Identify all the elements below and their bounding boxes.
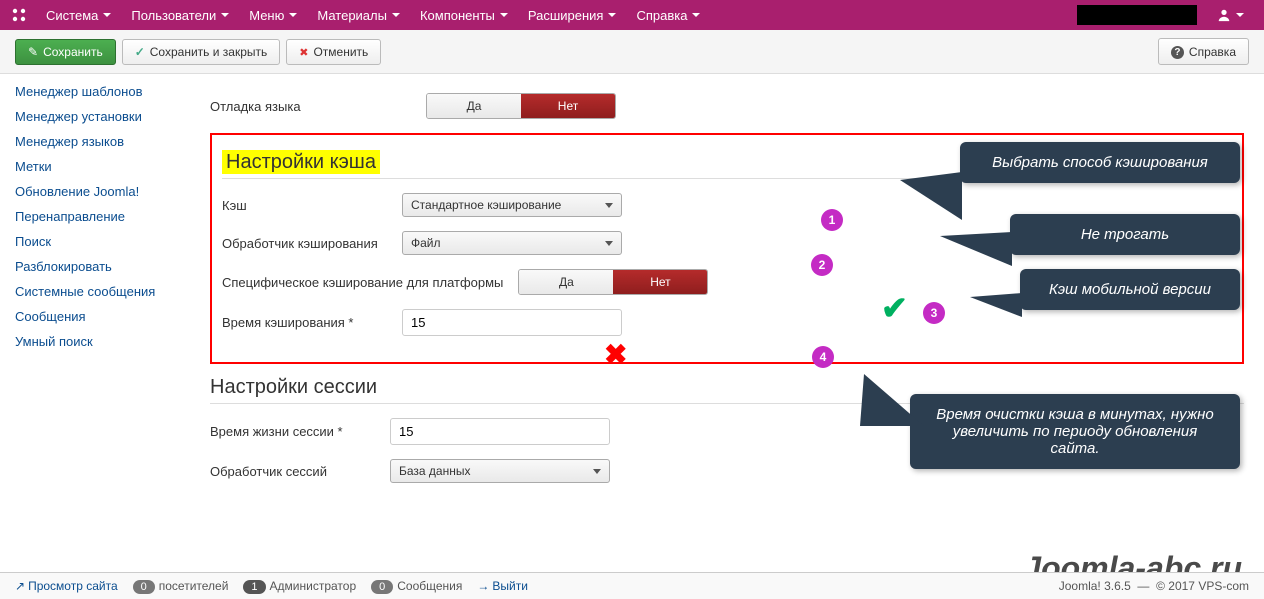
annotation-number-1: 1 [821, 209, 843, 231]
toggle-yes[interactable]: Да [427, 94, 521, 118]
chevron-down-icon [605, 241, 613, 246]
session-time-label: Время жизни сессии * [210, 424, 390, 439]
chevron-down-icon [605, 203, 613, 208]
nav-system[interactable]: Система [36, 0, 121, 30]
sidebar-item-smartsearch[interactable]: Умный поиск [0, 329, 190, 354]
joomla-logo-icon [10, 6, 28, 24]
sidebar-item-checkin[interactable]: Разблокировать [0, 254, 190, 279]
sidebar-item-messages[interactable]: Сообщения [0, 304, 190, 329]
sidebar-item-languages[interactable]: Менеджер языков [0, 129, 190, 154]
session-handler-select[interactable]: База данных [390, 459, 610, 483]
status-bar: Просмотр сайта 0посетителей 1Администрат… [0, 572, 1264, 599]
platform-cache-label: Специфическое кэширование для платформы [222, 275, 503, 290]
cache-select[interactable]: Стандартное кэширование [402, 193, 622, 217]
save-close-button[interactable]: Сохранить и закрыть [122, 39, 281, 65]
cancel-icon [299, 45, 308, 59]
admins-counter[interactable]: 1Администратор [243, 579, 356, 593]
sidebar-item-search[interactable]: Поиск [0, 229, 190, 254]
cache-handler-value: Файл [411, 236, 441, 250]
annotation-number-4: 4 [812, 346, 834, 368]
nav-users[interactable]: Пользователи [121, 0, 239, 30]
session-handler-value: База данных [399, 464, 470, 478]
session-time-input[interactable] [390, 418, 610, 445]
site-preview-link[interactable]: Просмотр сайта [15, 579, 118, 593]
site-name-redacted [1077, 5, 1197, 25]
sidebar-item-tags[interactable]: Метки [0, 154, 190, 179]
callout-cache-time: Время очистки кэша в минутах, нужно увел… [910, 394, 1240, 469]
callout-cache-method: Выбрать способ кэширования [960, 142, 1240, 183]
top-nav: Система Пользователи Меню Материалы Комп… [0, 0, 1264, 30]
chevron-down-icon [692, 13, 700, 17]
messages-counter[interactable]: 0Сообщения [371, 579, 462, 593]
save-button[interactable]: Сохранить [15, 39, 116, 65]
sidebar-item-update[interactable]: Обновление Joomla! [0, 179, 190, 204]
nav-extensions[interactable]: Расширения [518, 0, 627, 30]
apply-icon [28, 45, 38, 59]
debug-lang-toggle[interactable]: Да Нет [426, 93, 616, 119]
cancel-button[interactable]: Отменить [286, 39, 381, 65]
debug-lang-label: Отладка языка [210, 99, 390, 114]
chevron-down-icon [289, 13, 297, 17]
sidebar-item-redirects[interactable]: Перенаправление [0, 204, 190, 229]
help-icon [1171, 44, 1184, 59]
callout-dont-touch: Не трогать [1010, 214, 1240, 255]
nav-menus[interactable]: Меню [239, 0, 307, 30]
user-menu[interactable] [1207, 0, 1254, 30]
checkmark-icon [135, 45, 145, 59]
row-debug-lang: Отладка языка Да Нет [210, 93, 1244, 119]
logout-icon [477, 579, 492, 593]
help-button[interactable]: Справка [1158, 38, 1249, 65]
chevron-down-icon [593, 469, 601, 474]
nav-content[interactable]: Материалы [307, 0, 410, 30]
chevron-down-icon [221, 13, 229, 17]
visitors-counter[interactable]: 0посетителей [133, 579, 229, 593]
chevron-down-icon [392, 13, 400, 17]
cache-time-input[interactable] [402, 309, 622, 336]
sidebar-item-sysmsg[interactable]: Системные сообщения [0, 279, 190, 304]
callout-mobile-cache: Кэш мобильной версии [1020, 269, 1240, 310]
cache-handler-select[interactable]: Файл [402, 231, 622, 255]
nav-help[interactable]: Справка [626, 0, 710, 30]
logout-link[interactable]: Выйти [477, 579, 528, 593]
chevron-down-icon [500, 13, 508, 17]
cache-time-label: Время кэширования * [222, 315, 402, 330]
chevron-down-icon [103, 13, 111, 17]
annotation-number-2: 2 [811, 254, 833, 276]
row-cache-time: Время кэширования * [222, 309, 1232, 336]
sidebar-item-templates[interactable]: Менеджер шаблонов [0, 79, 190, 104]
cache-handler-label: Обработчик кэширования [222, 236, 402, 251]
annotation-number-3: 3 [923, 302, 945, 324]
cache-label: Кэш [222, 198, 402, 213]
chevron-down-icon [608, 13, 616, 17]
cache-select-value: Стандартное кэширование [411, 198, 561, 212]
sidebar: Менеджер шаблонов Менеджер установки Мен… [0, 74, 190, 577]
joomla-version: Joomla! 3.6.5 — © 2017 VPS-com [1059, 579, 1249, 593]
toggle-no[interactable]: Нет [613, 270, 707, 294]
platform-cache-toggle[interactable]: Да Нет [518, 269, 708, 295]
chevron-down-icon [1236, 13, 1244, 17]
main-panel: Отладка языка Да Нет Настройки кэша Кэш … [190, 74, 1264, 577]
sidebar-item-install[interactable]: Менеджер установки [0, 104, 190, 129]
toggle-yes[interactable]: Да [519, 270, 613, 294]
external-link-icon [15, 579, 28, 593]
nav-components[interactable]: Компоненты [410, 0, 518, 30]
session-handler-label: Обработчик сессий [210, 464, 390, 479]
action-toolbar: Сохранить Сохранить и закрыть Отменить С… [0, 30, 1264, 74]
toggle-no[interactable]: Нет [521, 94, 615, 118]
